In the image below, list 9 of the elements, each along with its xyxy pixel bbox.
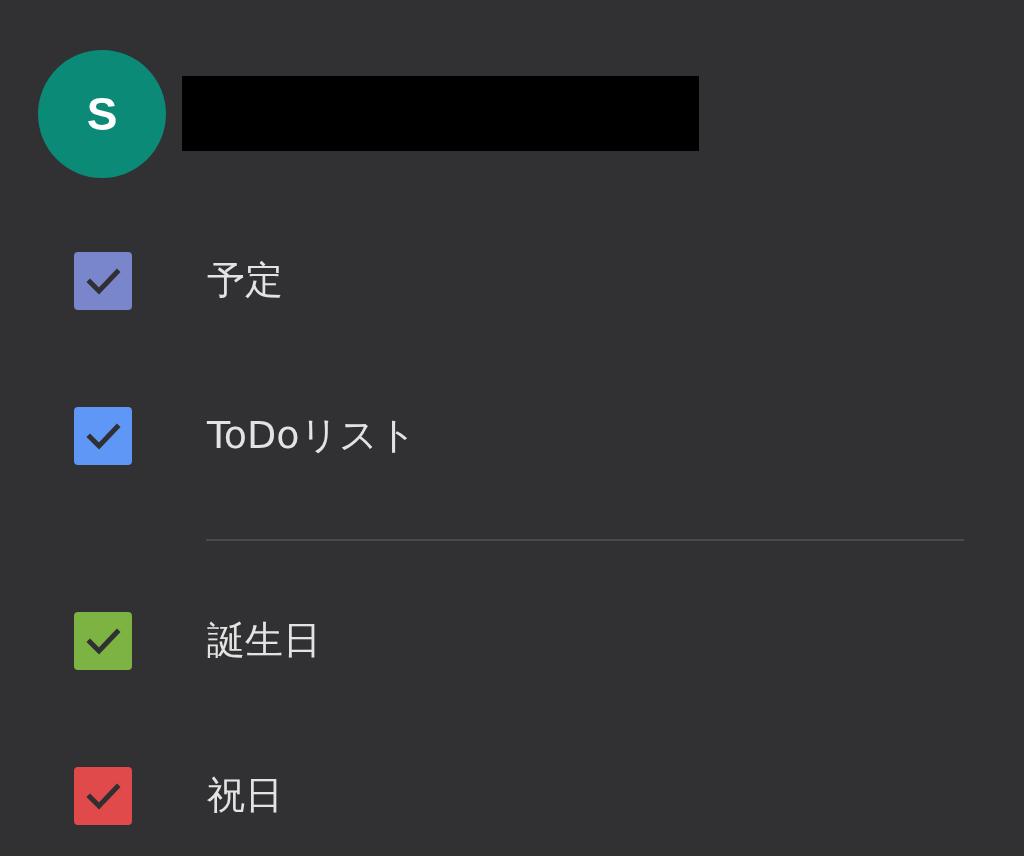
checkbox[interactable] [74, 611, 132, 670]
checkbox[interactable] [74, 251, 132, 310]
checkbox[interactable] [74, 406, 132, 465]
checkbox[interactable] [74, 766, 132, 825]
avatar[interactable]: S [38, 50, 166, 178]
calendar-label[interactable]: 誕生日 [207, 615, 321, 666]
calendar-label[interactable]: 予定 [207, 255, 283, 306]
calendar-label[interactable]: ToDoリスト [207, 410, 417, 461]
calendar-label[interactable]: 祝日 [207, 770, 283, 821]
